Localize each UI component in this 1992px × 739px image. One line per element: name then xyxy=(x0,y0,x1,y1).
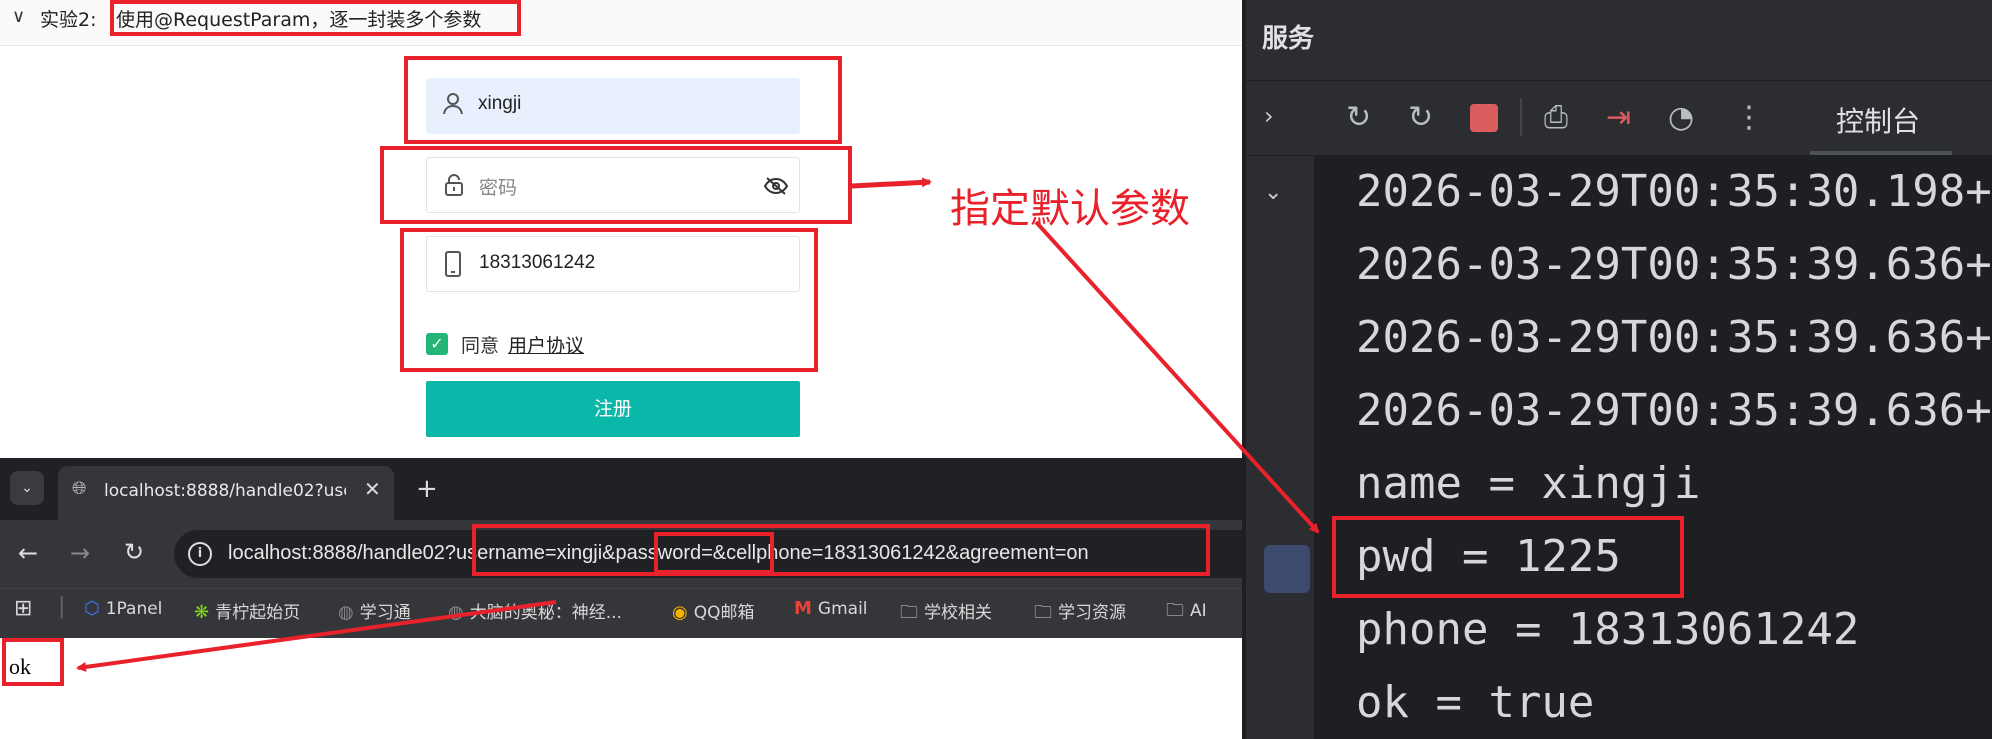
arrow-to-ok xyxy=(76,600,557,672)
arrow-to-pwd-log xyxy=(1034,220,1320,534)
arrow-to-label xyxy=(851,177,932,189)
annotation-arrows xyxy=(76,177,1320,672)
